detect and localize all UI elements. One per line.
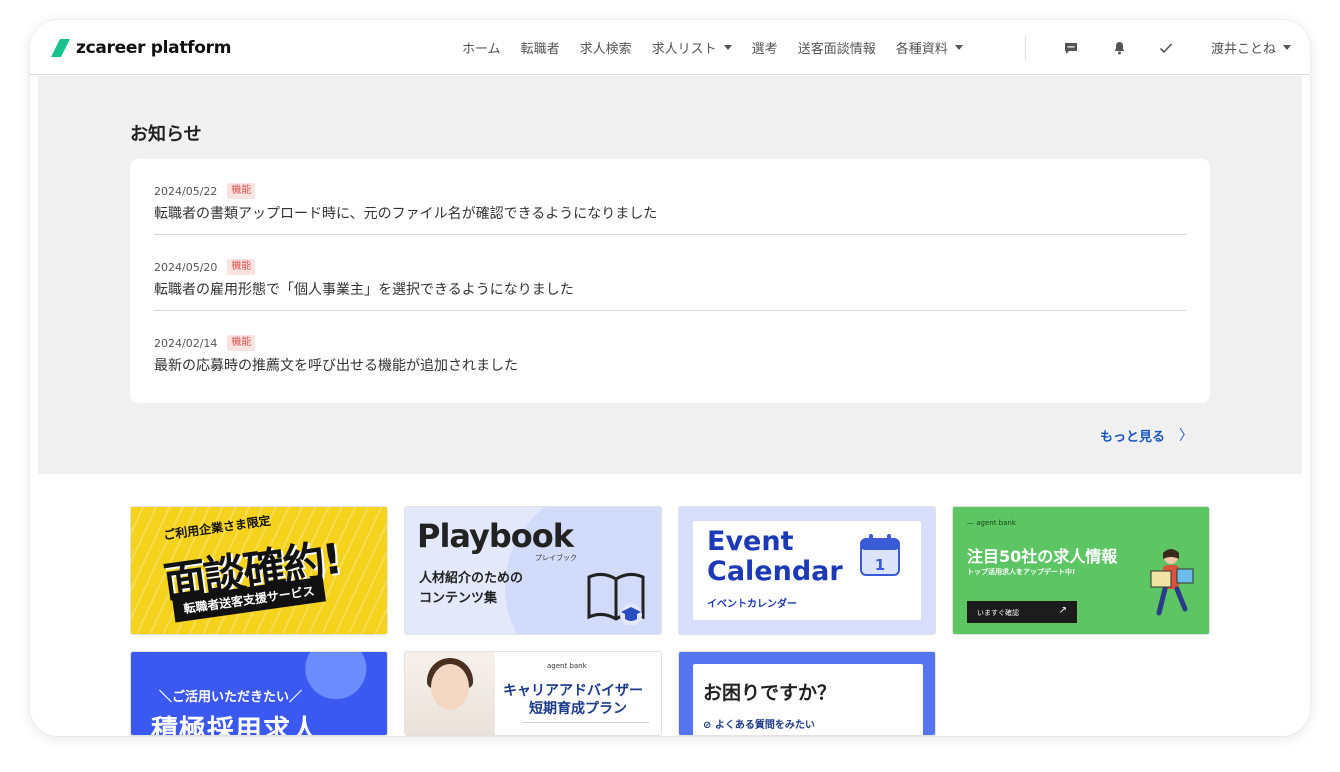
notice-item[interactable]: 2024/05/22 機能 転職者の書類アップロード時に、元のファイル名が確認で…: [154, 159, 1186, 235]
nav-documents-label: 各種資料: [895, 42, 948, 57]
notice-date: 2024/05/22: [154, 184, 218, 198]
banner-subtitle: トップ活用求人をアップデート中!: [967, 568, 1076, 576]
advisor-photo: [405, 652, 495, 735]
notice-title[interactable]: 最新の応募時の推薦文を呼び出せる機能が追加されました: [154, 355, 1186, 375]
banner-headline: 積極採用求人: [151, 715, 319, 736]
see-more-label: もっと見る: [1100, 429, 1166, 445]
banner-subtitle-line1: 人材紹介のための: [419, 571, 524, 586]
nav-home-label: ホーム: [462, 42, 501, 57]
logo[interactable]: zcareer platform: [50, 36, 231, 60]
check-icon[interactable]: [1158, 40, 1174, 56]
caret-down-icon: [954, 45, 963, 50]
notice-title[interactable]: 転職者の書類アップロード時に、元のファイル名が確認できるようになりました: [154, 203, 1186, 223]
nav-candidates-label: 転職者: [520, 42, 560, 57]
banner-interview-guarantee[interactable]: ご利用企業さま限定 面談確約! 転職者送客支援サービス: [130, 506, 388, 635]
check-now-label: いますぐ確認: [977, 609, 1019, 617]
bell-icon[interactable]: [1111, 40, 1127, 56]
logo-text: zcareer platform: [76, 38, 232, 58]
person-carrying-docs-icon: [1150, 549, 1194, 616]
notice-tag: 機能: [227, 259, 256, 275]
banner-headline: Event Calendar: [707, 527, 843, 587]
chat-icon[interactable]: [1063, 40, 1079, 56]
banner-subtitle: イベントカレンダー: [707, 599, 797, 610]
notice-date: 2024/02/14: [154, 336, 218, 350]
banner-subtitle: 人材紹介のための コンテンツ集: [419, 569, 523, 609]
banner-featured-jobs[interactable]: — agent bank 注目50社の求人情報 トップ活用求人をアップデート中!…: [952, 506, 1210, 635]
arrow-up-right-icon: ↗: [1058, 605, 1067, 616]
notice-title[interactable]: 転職者の雇用形態で「個人事業主」を選択できるようになりました: [154, 279, 1186, 299]
notice-item[interactable]: 2024/02/14 機能 最新の応募時の推薦文を呼び出せる機能が追加されました: [154, 311, 1186, 387]
faq-label: よくある質問をみたい: [714, 720, 815, 731]
nav-selection[interactable]: 選考: [752, 38, 778, 57]
banner-playbook[interactable]: Playbook プレイブック 人材紹介のための コンテンツ集: [404, 506, 662, 635]
banner-headline-line2: Calendar: [707, 556, 843, 587]
advisor-face: [431, 664, 469, 710]
notices-card: 2024/05/22 機能 転職者の書類アップロード時に、元のファイル名が確認で…: [130, 159, 1210, 403]
nav-referral-interviews[interactable]: 送客面談情報: [798, 38, 876, 57]
nav-job-search-label: 求人検索: [579, 42, 632, 57]
nav-candidates[interactable]: 転職者: [521, 38, 560, 57]
user-name: 渡井ことね: [1211, 42, 1277, 57]
user-menu[interactable]: 渡井ことね: [1211, 20, 1292, 75]
banner-headline-line1: キャリアアドバイザー: [503, 683, 643, 699]
banner-kana: プレイブック: [535, 554, 577, 562]
caret-down-icon: [723, 45, 732, 50]
nav-job-list-dropdown[interactable]: 求人リスト: [652, 38, 732, 57]
nav-selection-label: 選考: [751, 42, 778, 57]
banner-event-calendar[interactable]: Event Calendar イベントカレンダー 1: [678, 506, 936, 635]
check-now-button[interactable]: いますぐ確認 ↗: [967, 601, 1077, 623]
svg-text:1: 1: [875, 556, 885, 574]
notice-date: 2024/05/20: [154, 260, 218, 274]
notice-tag: 機能: [227, 183, 256, 199]
banner-headline: Playbook: [417, 517, 574, 555]
main-nav: ホーム 転職者 求人検索 求人リスト 選考 送客面談情報 各種資料: [462, 20, 983, 75]
caret-down-icon: [1283, 45, 1292, 50]
banner-caption: ＼ご活用いただきたい／: [159, 690, 303, 705]
top-nav-bar: zcareer platform ホーム 転職者 求人検索 求人リスト 選考 送…: [30, 20, 1310, 75]
faq-link[interactable]: ⊘ よくある質問をみたい: [703, 716, 815, 731]
nav-referral-interviews-label: 送客面談情報: [797, 42, 876, 57]
banner-headline: 注目50社の求人情報: [967, 547, 1118, 566]
banner-help-faq[interactable]: お困りですか？ ⊘ よくある質問をみたい: [678, 651, 936, 736]
nav-documents-dropdown[interactable]: 各種資料: [896, 38, 963, 57]
banner-career-advisor-plan[interactable]: agent bank キャリアアドバイザー 短期育成プラン: [404, 651, 662, 736]
book-graduation-icon: [587, 572, 645, 625]
banner-active-hiring[interactable]: ＼ご活用いただきたい／ 積極採用求人: [130, 651, 388, 736]
banner-headline-line1: Event: [707, 526, 794, 557]
nav-job-list-label: 求人リスト: [651, 42, 717, 57]
calendar-icon: 1: [860, 534, 900, 576]
logo-slash-icon: [51, 39, 70, 57]
notice-item[interactable]: 2024/05/20 機能 転職者の雇用形態で「個人事業主」を選択できるようにな…: [154, 235, 1186, 311]
divider: [523, 722, 649, 723]
nav-job-search[interactable]: 求人検索: [580, 38, 632, 57]
banner-headline: お困りですか？: [703, 682, 837, 704]
notices-section: お知らせ 2024/05/22 機能 転職者の書類アップロード時に、元のファイル…: [38, 76, 1302, 474]
banner-subtitle-line2: コンテンツ集: [419, 591, 498, 606]
banner-panel: お困りですか？ ⊘ よくある質問をみたい: [693, 664, 923, 735]
check-circle-icon: ⊘: [703, 720, 715, 731]
notice-tag: 機能: [227, 335, 256, 351]
notices-title: お知らせ: [130, 124, 202, 145]
banner-headline-line2: 短期育成プラン: [529, 701, 627, 717]
banner-panel: Event Calendar イベントカレンダー 1: [693, 521, 921, 620]
nav-home[interactable]: ホーム: [462, 38, 501, 57]
chevron-right-icon: 〉: [1179, 428, 1194, 444]
nav-divider: [1025, 36, 1026, 60]
banner-brand: — agent bank: [967, 519, 1016, 527]
banner-brand: agent bank: [547, 662, 587, 670]
see-more-link[interactable]: もっと見る 〉: [1100, 425, 1193, 445]
app-window: zcareer platform ホーム 転職者 求人検索 求人リスト 選考 送…: [30, 20, 1310, 736]
